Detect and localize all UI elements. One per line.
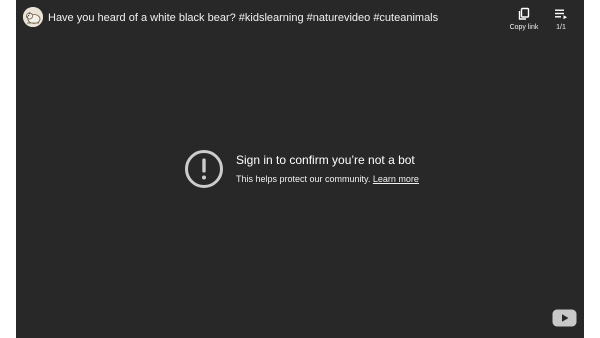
learn-more-link[interactable]: Learn more — [373, 174, 419, 184]
alert-circle-icon — [185, 150, 223, 188]
playlist-position: 1/1 — [556, 24, 566, 31]
channel-avatar[interactable] — [23, 7, 43, 27]
playlist-icon — [555, 9, 567, 20]
bear-avatar-icon — [23, 7, 43, 27]
error-message-text: This helps protect our community. — [236, 174, 371, 184]
youtube-logo-button[interactable] — [552, 309, 577, 327]
playlist-button[interactable]: 1/1 — [543, 7, 579, 32]
video-title[interactable]: Have you heard of a white black bear? #k… — [48, 11, 438, 25]
bot-check-message: Sign in to confirm you’re not a bot This… — [184, 149, 484, 191]
error-title: Sign in to confirm you’re not a bot — [236, 153, 415, 167]
copy-link-label: Copy link — [509, 24, 539, 31]
copy-icon — [518, 7, 530, 20]
copy-link-button[interactable]: Copy link — [504, 7, 544, 32]
player-top-bar: Have you heard of a white black bear? #k… — [16, 0, 584, 40]
error-message: This helps protect our community. Learn … — [236, 173, 419, 185]
embedded-video-player[interactable]: Have you heard of a white black bear? #k… — [16, 0, 584, 338]
youtube-logo-icon — [552, 309, 577, 327]
